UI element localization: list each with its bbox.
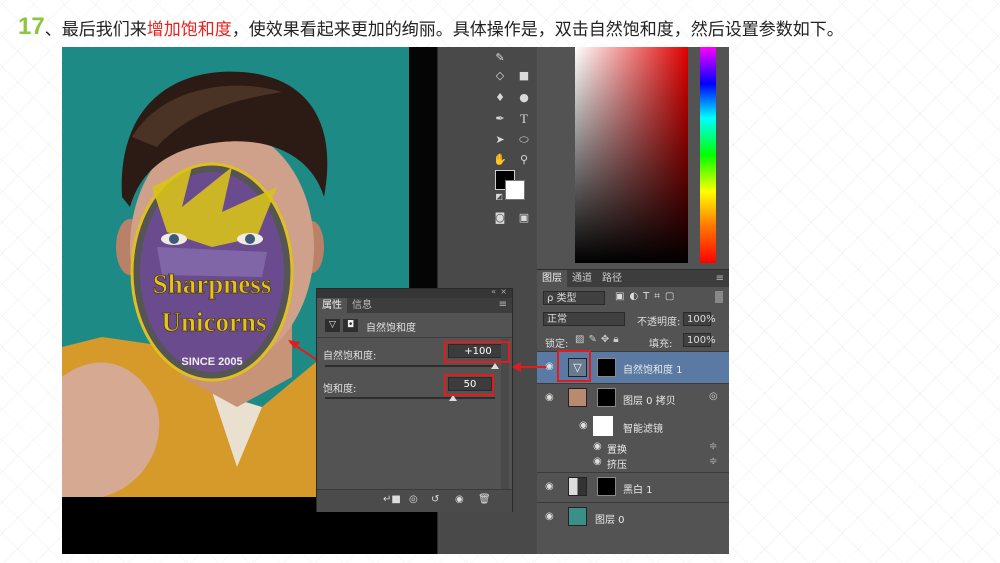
vibrance-slider-track[interactable] (325, 365, 495, 367)
default-colors-icon[interactable]: ◩ (491, 190, 507, 204)
heading-text-2: ，使效果看起来更加的绚丽。具体操作是，双击自然饱和度，然后设置参数如下。 (231, 19, 844, 40)
saturation-label: 饱和度: (323, 384, 357, 395)
view-previous-icon[interactable]: ◎ (409, 494, 418, 505)
fill-input[interactable]: 100% (683, 333, 716, 347)
lock-label: 锁定: (545, 339, 569, 350)
highlight-box-vibrance (444, 341, 510, 363)
saturation-slider-track[interactable] (325, 397, 495, 399)
highlight-box-saturation (444, 374, 494, 396)
layer-row-layer0[interactable]: ◉ 图层 0 (537, 502, 729, 532)
trash-icon[interactable]: 🗑︎ (478, 494, 491, 505)
blur-icon[interactable]: ♦ (492, 91, 508, 105)
tutorial-heading: 17 、 最后我们来 增加饱和度 ，使效果看起来更加的绚丽。具体操作是，双击自然… (18, 10, 844, 44)
tab-paths[interactable]: 路径 (597, 270, 627, 287)
opacity-input[interactable]: 100% (683, 312, 716, 326)
tab-properties[interactable]: 属性 (317, 298, 347, 313)
layers-panel: 图层 通道 路径 ≡ ρ 类型 ▣◐T⌗▢ 正常 不透明度: 100% 锁定: … (537, 269, 729, 554)
layer-name: 图层 0 拷贝 (623, 396, 676, 407)
visibility-eye-icon[interactable]: ◉ (545, 511, 557, 522)
layer-thumb (568, 507, 587, 526)
layer-mask-thumb (597, 358, 616, 377)
layer-row-displace[interactable]: ◉ 置换 ≑ (537, 440, 729, 456)
layer-name: 黑白 1 (623, 485, 653, 496)
fill-label: 填充: (649, 339, 673, 350)
quick-mask-icon[interactable]: ◙ (492, 211, 508, 225)
layers-panel-tabs: 图层 通道 路径 ≡ (537, 270, 729, 287)
adjustment-title: 自然饱和度 (366, 323, 416, 334)
clip-to-layer-icon[interactable]: ↵■ (383, 494, 401, 505)
visibility-eye-icon[interactable]: ◉ (545, 481, 557, 492)
visibility-eye-icon[interactable]: ◉ (593, 441, 605, 452)
properties-footer: ↵■ ◎ ↺ ◉ 🗑︎ (317, 489, 512, 512)
tab-layers[interactable]: 图层 (537, 270, 567, 287)
eraser-icon[interactable]: ◇ (492, 69, 508, 83)
heading-text-1: 最后我们来 (61, 19, 147, 40)
tab-info[interactable]: 信息 (347, 298, 377, 313)
layer-row-smart-filters[interactable]: ◉ 智能滤镜 (537, 413, 729, 439)
heading-separator: 、 (44, 19, 62, 40)
opacity-label: 不透明度: (637, 317, 681, 328)
background-color-swatch[interactable] (505, 180, 525, 200)
close-icon[interactable]: × (500, 287, 507, 296)
mask-icon[interactable]: ◘ (343, 319, 358, 332)
collapse-icon[interactable]: « (491, 287, 496, 296)
layer-name: 智能滤镜 (623, 424, 663, 435)
logo-text-line2: Unicorns (161, 307, 266, 337)
layer-thumb (568, 388, 587, 407)
layer-mask-thumb (597, 477, 616, 496)
filter-toggle[interactable] (715, 291, 723, 303)
properties-panel: « × 属性 信息 ≡ ▽ ◘ 自然饱和度 自然饱和度: +100 饱和度: 5… (316, 287, 513, 512)
vibrance-slider-thumb[interactable] (491, 363, 499, 369)
smart-object-icon: ◎ (709, 391, 718, 402)
filter-name: 挤压 (607, 460, 627, 471)
visibility-eye-icon[interactable]: ◉ (545, 392, 557, 403)
layer-row-layer0-copy[interactable]: ◉ 图层 0 拷贝 ◎ (537, 383, 729, 413)
layer-mask-thumb (597, 388, 616, 407)
type-tool-icon[interactable]: T (516, 112, 532, 126)
highlight-box-layer-icon (557, 350, 591, 382)
panel-menu-icon[interactable]: ≡ (499, 299, 507, 310)
logo-text-line1: Sharpness (153, 269, 272, 299)
logo-text-line3: SINCE 2005 (181, 356, 242, 368)
screen-mode-icon[interactable]: ▣ (516, 211, 532, 225)
visibility-eye-icon[interactable]: ◉ (593, 456, 605, 467)
divider (317, 337, 512, 338)
zoom-icon[interactable]: ⚲ (516, 153, 532, 167)
layer-name: 自然饱和度 1 (623, 365, 683, 376)
visibility-eye-icon[interactable]: ◉ (455, 494, 464, 505)
path-select-icon[interactable]: ➤ (492, 133, 508, 147)
black-white-adjustment-icon (568, 477, 587, 496)
vibrance-label: 自然饱和度: (323, 351, 377, 362)
filter-options-icon[interactable]: ≑ (709, 456, 717, 467)
layer-row-pinch[interactable]: ◉ 挤压 ≑ (537, 455, 729, 471)
red-arrow (512, 362, 546, 372)
hue-slider[interactable] (700, 47, 716, 263)
properties-titlebar: « × (317, 287, 512, 298)
ellipse-icon[interactable]: ⬭ (516, 133, 532, 147)
filter-type-icons[interactable]: ▣◐T⌗▢ (615, 291, 679, 302)
panel-menu-icon[interactable]: ≡ (716, 273, 729, 284)
lock-icons[interactable]: ▨✎✥🔒︎ (575, 334, 623, 345)
vibrance-adjustment-icon: ▽ (325, 319, 340, 332)
reset-icon[interactable]: ↺ (431, 494, 439, 505)
color-field[interactable] (575, 47, 688, 263)
brush-icon[interactable]: ✎ (492, 51, 508, 65)
color-panel (537, 47, 729, 269)
filter-options-icon[interactable]: ≑ (709, 441, 717, 452)
dodge-icon[interactable]: ● (516, 91, 532, 105)
gradient-icon[interactable]: ■ (516, 69, 532, 83)
layer-filter-select[interactable]: ρ 类型 (543, 291, 605, 305)
hand-icon[interactable]: ✋ (492, 153, 508, 167)
layer-row-black-white[interactable]: ◉ 黑白 1 (537, 472, 729, 502)
tab-channels[interactable]: 通道 (567, 270, 597, 287)
filter-name: 置换 (607, 445, 627, 456)
layer-name: 图层 0 (595, 515, 625, 526)
heading-highlight: 增加饱和度 (146, 19, 232, 40)
properties-tabs: 属性 信息 ≡ (317, 298, 512, 313)
smart-filter-mask (593, 416, 613, 436)
pen-icon[interactable]: ✒ (492, 112, 508, 126)
step-number: 17 (18, 13, 45, 40)
visibility-eye-icon[interactable]: ◉ (579, 420, 591, 431)
blend-mode-select[interactable]: 正常 (543, 312, 625, 326)
